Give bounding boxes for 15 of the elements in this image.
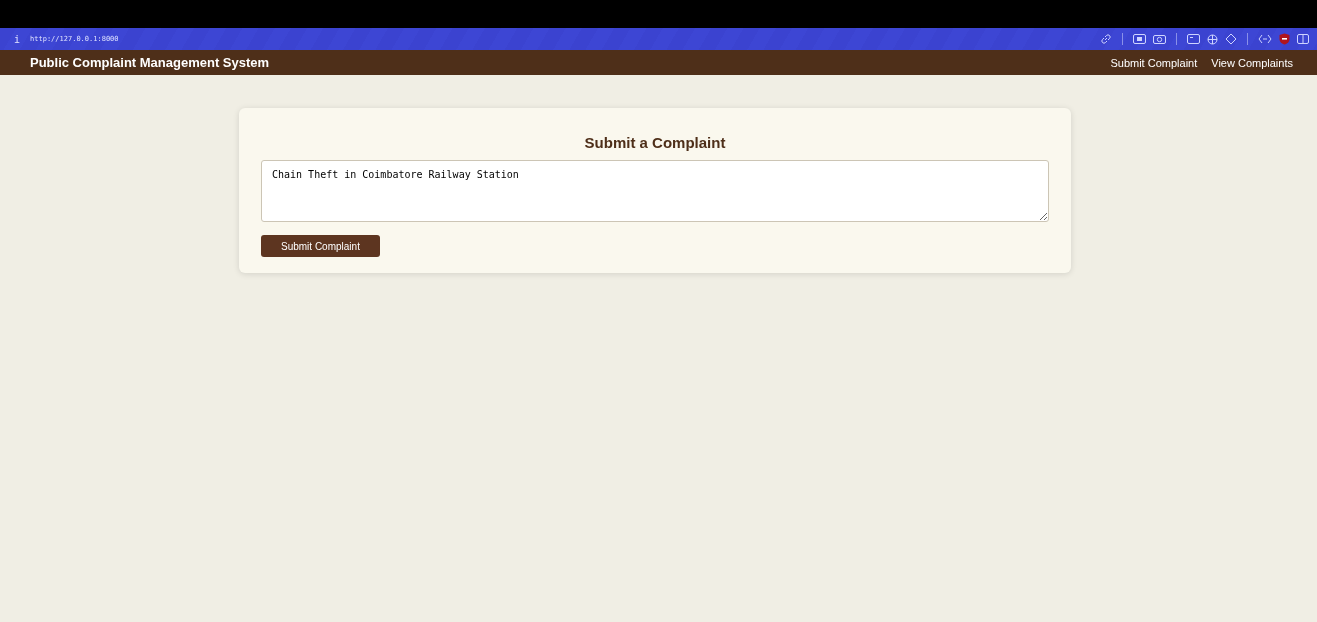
- code-icon[interactable]: [1258, 34, 1272, 44]
- site-title: Public Complaint Management System: [30, 55, 270, 70]
- shield-icon[interactable]: [1279, 33, 1290, 45]
- info-icon[interactable]: i: [14, 33, 21, 45]
- camera-icon[interactable]: [1153, 34, 1166, 44]
- form-heading: Submit a Complaint: [583, 134, 727, 151]
- sidebar-icon[interactable]: [1297, 34, 1309, 44]
- nav-link[interactable]: Submit Complaint: [1110, 56, 1198, 69]
- globe-icon[interactable]: [1207, 33, 1218, 45]
- terminal-icon[interactable]: [1187, 34, 1200, 44]
- link-icon[interactable]: [1100, 33, 1112, 45]
- complaint-field[interactable]: Chain Theft in Coimbatore Railway Station: [261, 160, 1049, 222]
- nav-link[interactable]: View Complaints: [1211, 56, 1293, 69]
- submit-button[interactable]: Submit Complaint: [261, 235, 380, 257]
- screen-icon[interactable]: [1133, 34, 1146, 44]
